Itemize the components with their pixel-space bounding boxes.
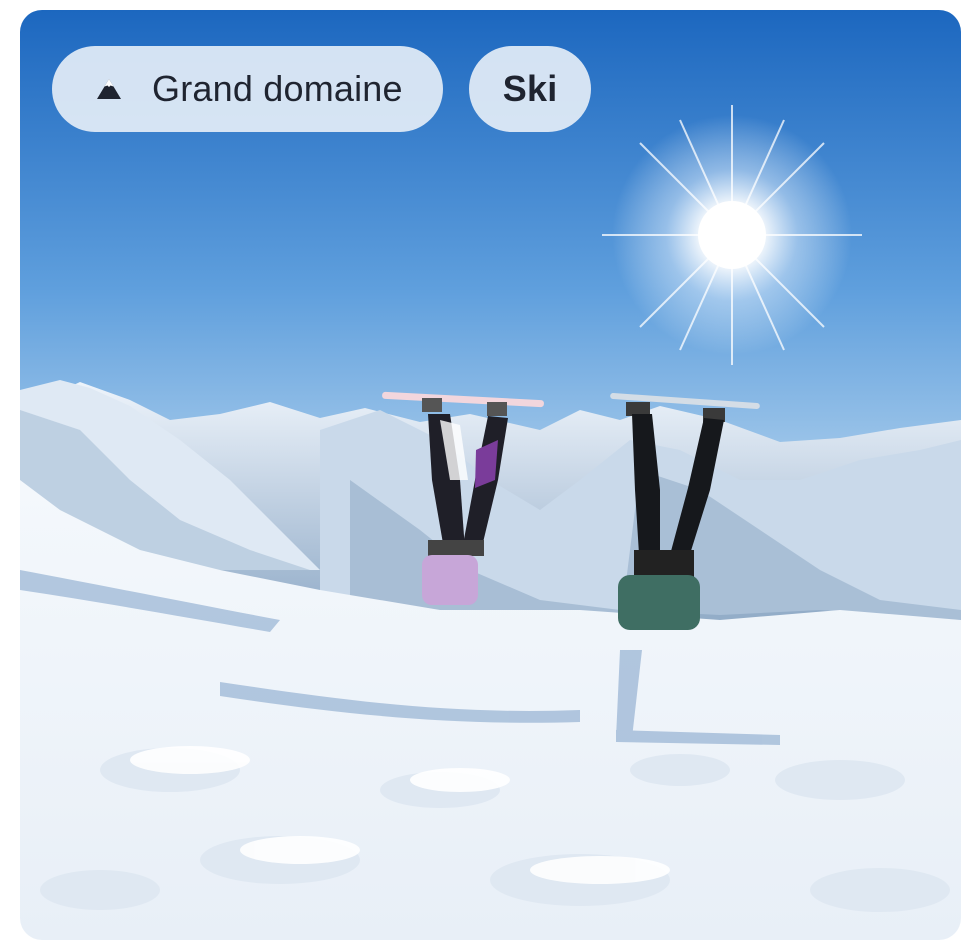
card-tags: Grand domaine Ski — [52, 46, 592, 132]
tag-label: Ski — [502, 68, 558, 109]
tag-label: Grand domaine — [152, 68, 403, 109]
tag-ski[interactable]: Ski — [468, 46, 592, 132]
mountain-icon — [96, 77, 122, 101]
tag-grand-domaine[interactable]: Grand domaine — [52, 46, 443, 132]
sun — [602, 105, 862, 365]
resort-card[interactable]: Grand domaine Ski — [20, 10, 961, 940]
resort-photo — [20, 10, 961, 940]
